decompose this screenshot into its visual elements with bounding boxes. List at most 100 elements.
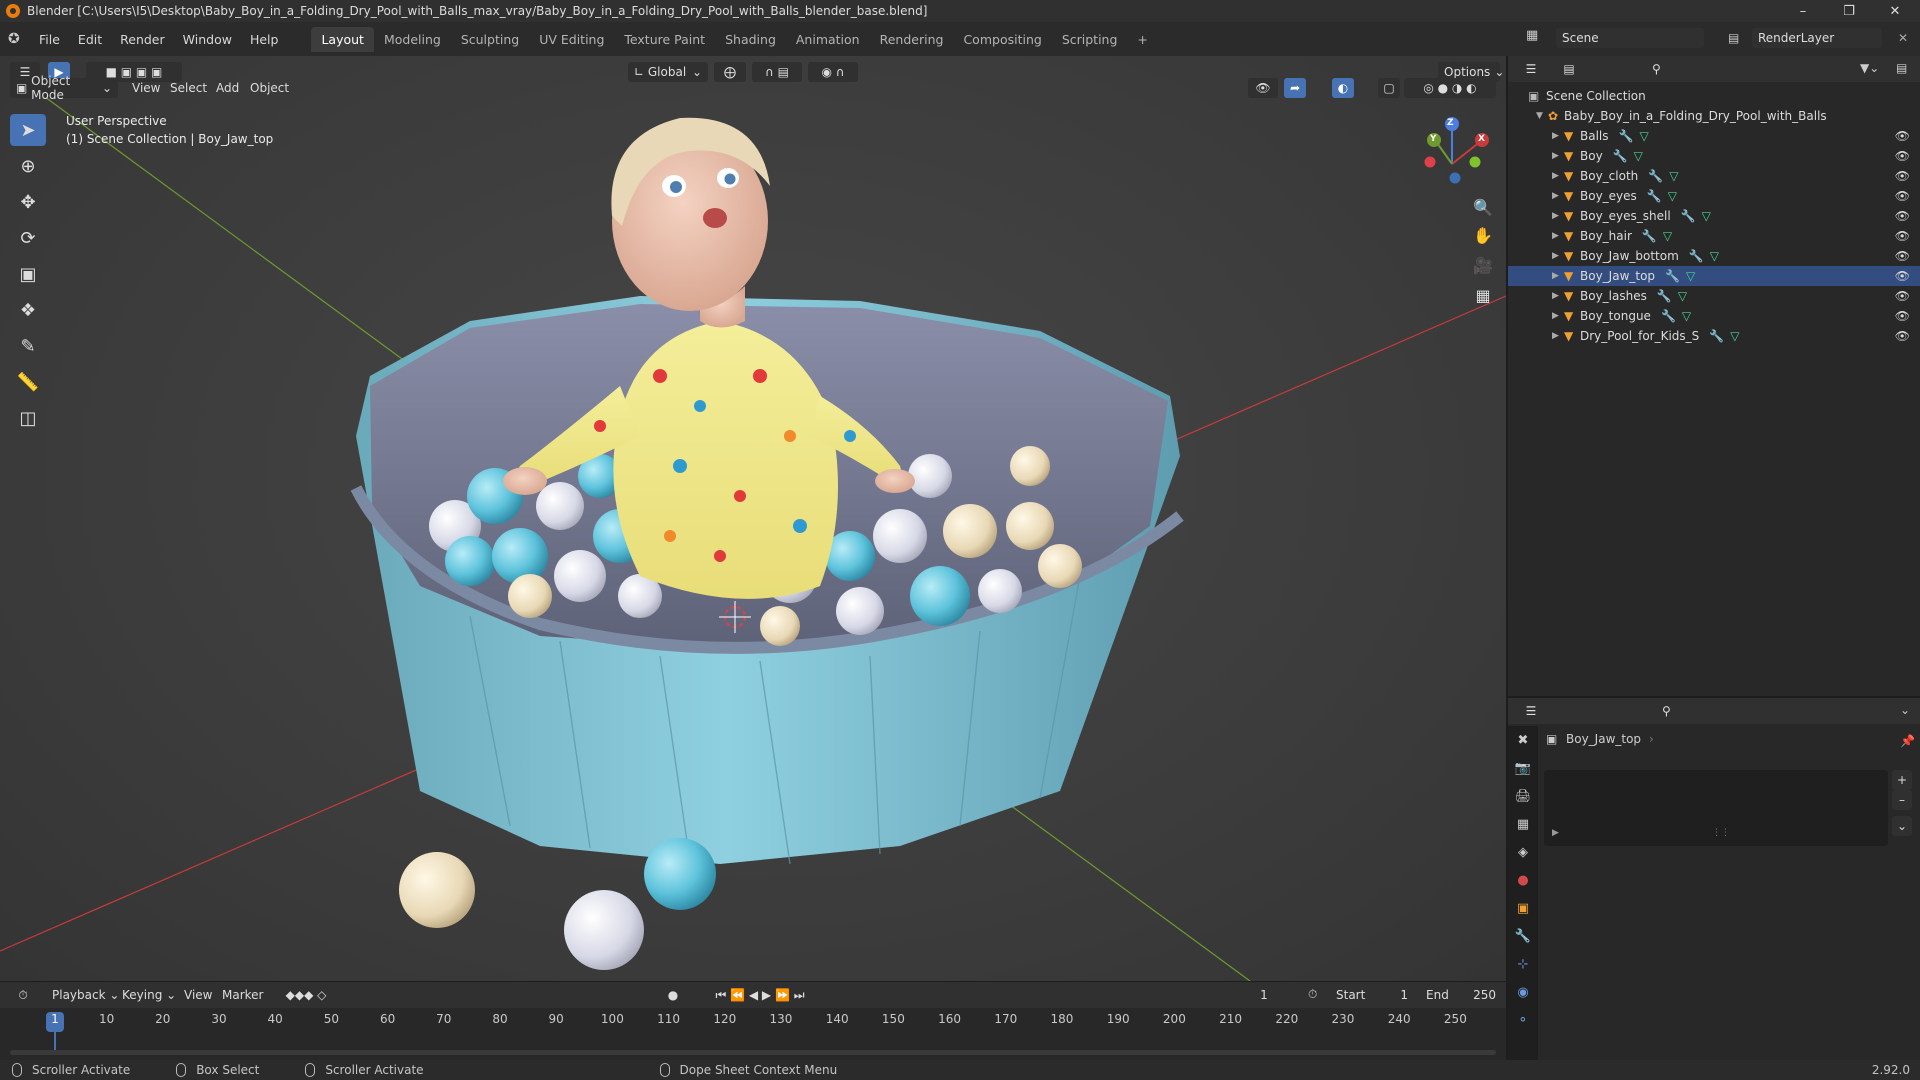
zoom-icon[interactable]: 🔍	[1470, 194, 1496, 220]
tab-uv-editing[interactable]: UV Editing	[529, 27, 614, 52]
root-object-row[interactable]: ▼ ✿ Baby_Boy_in_a_Folding_Dry_Pool_with_…	[1508, 106, 1920, 126]
world-tab-icon[interactable]: ●	[1508, 866, 1538, 894]
outliner-item[interactable]: ▶ ▼ Dry_Pool_for_Kids_S 🔧 ▽ 👁	[1508, 326, 1920, 346]
shading-mode-icons[interactable]: ◎ ● ◑ ◐	[1404, 78, 1496, 98]
object-tab-icon[interactable]: ▣	[1508, 894, 1538, 922]
outliner-item[interactable]: ▶ ▼ Boy_Jaw_bottom 🔧 ▽ 👁	[1508, 246, 1920, 266]
annotate-tool-icon[interactable]: ✎	[10, 330, 46, 362]
scene-collection-row[interactable]: ▣ Scene Collection	[1508, 86, 1920, 106]
mesh-data-icon[interactable]: ▽	[1678, 289, 1687, 303]
move-tool-icon[interactable]: ✥	[10, 186, 46, 218]
timeline-scrollbar[interactable]	[10, 1050, 1496, 1055]
outliner-item[interactable]: ▶ ▼ Balls 🔧 ▽ 👁	[1508, 126, 1920, 146]
start-frame-field[interactable]: Start 1	[1330, 985, 1414, 1005]
menu-file[interactable]: File	[30, 32, 69, 47]
pan-hand-icon[interactable]: ✋	[1470, 222, 1496, 248]
display-mode-icon[interactable]: ▤	[1554, 59, 1584, 79]
add-cube-tool-icon[interactable]: ◫	[10, 402, 46, 434]
menu-window[interactable]: Window	[174, 32, 241, 47]
playback-controls[interactable]: ⏮ ⏪ ◀ ▶ ⏩ ⏭	[700, 985, 820, 1005]
modifier-icon[interactable]: 🔧	[1648, 169, 1663, 183]
modifier-icon[interactable]: 🔧	[1661, 309, 1676, 323]
modifier-tab-icon[interactable]: 🔧	[1508, 922, 1538, 950]
expand-arrow-icon[interactable]: ▶	[1552, 171, 1564, 181]
mesh-data-icon[interactable]: ▽	[1639, 129, 1648, 143]
properties-search-input[interactable]: ⚲	[1656, 701, 1764, 721]
slot-menu-icon[interactable]: ⌄	[1892, 816, 1912, 836]
properties-list-box[interactable]: ▶ ⋮⋮	[1544, 770, 1888, 846]
eye-icon[interactable]: 👁	[1895, 289, 1910, 303]
tab-rendering[interactable]: Rendering	[870, 27, 954, 52]
object-mode-dropdown[interactable]: ▣ Object Mode ⌄	[10, 74, 118, 102]
render-tab-icon[interactable]: 📷	[1508, 754, 1538, 782]
expand-arrow-icon[interactable]: ▶	[1552, 231, 1564, 241]
resize-handle-icon[interactable]: ⋮⋮	[1712, 828, 1730, 838]
transform-tool-icon[interactable]: ❖	[10, 294, 46, 326]
filter-icon[interactable]: ▼⌄	[1860, 61, 1879, 75]
eye-icon[interactable]: 👁	[1895, 249, 1910, 263]
mesh-data-icon[interactable]: ▽	[1669, 169, 1678, 183]
eye-icon[interactable]: 👁	[1895, 129, 1910, 143]
measure-tool-icon[interactable]: 📏	[10, 366, 46, 398]
camera-view-icon[interactable]: 🎥	[1470, 252, 1496, 278]
eye-icon[interactable]: 👁	[1895, 209, 1910, 223]
eye-icon[interactable]: 👁	[1895, 309, 1910, 323]
tab-sculpting[interactable]: Sculpting	[451, 27, 529, 52]
modifier-icon[interactable]: 🔧	[1642, 229, 1657, 243]
pivot-point-icon[interactable]: ⨁	[714, 62, 746, 82]
modifier-icon[interactable]: 🔧	[1681, 209, 1696, 223]
close-icon[interactable]: ✕	[1872, 0, 1918, 22]
modifier-icon[interactable]: 🔧	[1657, 289, 1672, 303]
select-tool-icon[interactable]: ➤	[10, 114, 46, 146]
ortho-toggle-icon[interactable]: ▦	[1470, 282, 1496, 308]
mesh-data-icon[interactable]: ▽	[1702, 209, 1711, 223]
expand-arrow-icon[interactable]: ▼	[1536, 111, 1548, 121]
menu-marker[interactable]: Marker	[216, 985, 269, 1005]
eye-icon[interactable]: 👁	[1895, 149, 1910, 163]
rotate-tool-icon[interactable]: ⟳	[10, 222, 46, 254]
visibility-icon[interactable]: 👁	[1248, 78, 1278, 98]
mesh-data-icon[interactable]: ▽	[1730, 329, 1739, 343]
new-collection-icon[interactable]: ▤	[1896, 61, 1907, 75]
remove-render-layer-icon[interactable]: ✕	[1898, 31, 1908, 45]
snap-icon[interactable]: ∩ ▤	[752, 62, 802, 82]
view-layer-tab-icon[interactable]: ▦	[1508, 810, 1538, 838]
3d-viewport[interactable]: Z X Y ☰ ▶ ■ ▣ ▣ ▣ ∟ Global ⌄ ⨁ ∩ ▤ ◉ ∩ Op…	[0, 56, 1506, 981]
scene-selector[interactable]: Scene	[1556, 28, 1704, 48]
eye-icon[interactable]: 👁	[1895, 269, 1910, 283]
tab-shading[interactable]: Shading	[715, 27, 786, 52]
particles-tab-icon[interactable]: ⊹	[1508, 950, 1538, 978]
outliner-search-input[interactable]: ⚲	[1646, 59, 1754, 79]
output-tab-icon[interactable]: 🖨	[1508, 782, 1538, 810]
eye-icon[interactable]: 👁	[1895, 229, 1910, 243]
cursor-tool-icon[interactable]: ⊕	[10, 150, 46, 182]
outliner-item[interactable]: ▶ ▼ Boy_Jaw_top 🔧 ▽ 👁	[1508, 266, 1920, 286]
mesh-data-icon[interactable]: ▽	[1686, 269, 1695, 283]
constraints-tab-icon[interactable]: ⚬	[1508, 1006, 1538, 1034]
current-frame-field[interactable]: 1	[1228, 985, 1300, 1005]
modifier-icon[interactable]: 🔧	[1613, 149, 1628, 163]
scene-icon[interactable]: ▦	[1526, 28, 1552, 50]
auto-keying-icon[interactable]: ●	[658, 985, 688, 1005]
tab-modeling[interactable]: Modeling	[374, 27, 451, 52]
modifier-icon[interactable]: 🔧	[1665, 269, 1680, 283]
scale-tool-icon[interactable]: ▣	[10, 258, 46, 290]
gizmo-toggle-icon[interactable]: ➦	[1284, 78, 1306, 98]
menu-help[interactable]: Help	[241, 32, 288, 47]
tab-compositing[interactable]: Compositing	[953, 27, 1051, 52]
tab-layout[interactable]: Layout	[311, 26, 374, 52]
xray-toggle-icon[interactable]: ▢	[1378, 78, 1400, 98]
restore-icon[interactable]: ❐	[1826, 0, 1872, 22]
add-workspace-icon[interactable]: +	[1127, 27, 1157, 52]
menu-edit[interactable]: Edit	[69, 32, 111, 47]
outliner-item[interactable]: ▶ ▼ Boy_tongue 🔧 ▽ 👁	[1508, 306, 1920, 326]
outliner-item[interactable]: ▶ ▼ Boy_eyes 🔧 ▽ 👁	[1508, 186, 1920, 206]
blender-menu-icon[interactable]: ✪	[8, 31, 30, 47]
pin-icon[interactable]: 📌	[1900, 734, 1915, 748]
expand-arrow-icon[interactable]: ▶	[1552, 331, 1564, 341]
render-layer-selector[interactable]: RenderLayer	[1752, 28, 1882, 48]
overlays-toggle-icon[interactable]: ◐	[1332, 78, 1354, 98]
navigation-gizmo[interactable]	[1424, 117, 1490, 184]
remove-slot-icon[interactable]: –	[1892, 790, 1912, 810]
modifier-icon[interactable]: 🔧	[1689, 249, 1704, 263]
